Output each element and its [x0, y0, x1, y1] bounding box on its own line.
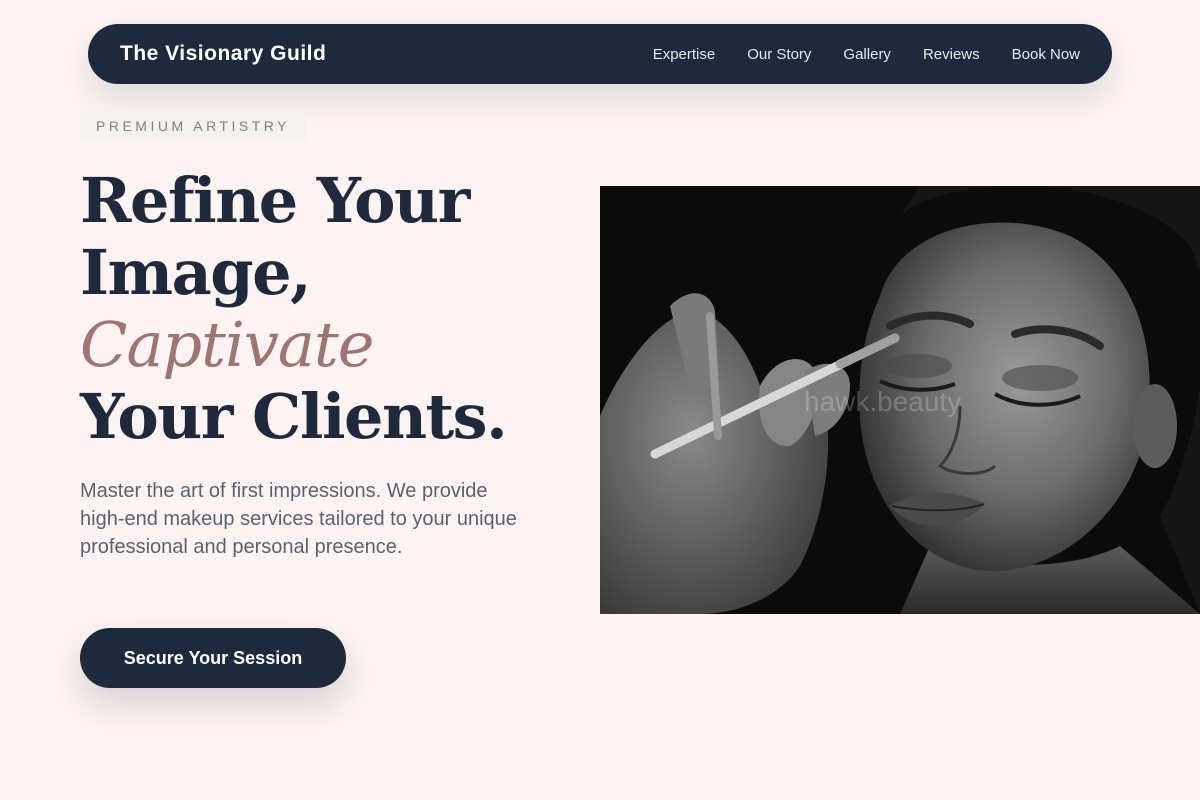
nav-link-expertise[interactable]: Expertise — [653, 46, 716, 63]
nav-link-gallery[interactable]: Gallery — [843, 46, 891, 63]
image-watermark: hawk.beauty — [804, 386, 962, 417]
secure-session-button[interactable]: Secure Your Session — [80, 628, 346, 688]
makeup-artist-photo: hawk.beauty — [600, 186, 1200, 614]
headline-line-1: Refine Your — [80, 164, 470, 237]
headline-line-4: Your Clients. — [80, 380, 508, 453]
premium-badge: PREMIUM ARTISTRY — [80, 111, 306, 140]
nav-link-reviews[interactable]: Reviews — [923, 46, 980, 63]
nav-link-our-story[interactable]: Our Story — [747, 46, 811, 63]
nav-links: Expertise Our Story Gallery Reviews Book… — [653, 46, 1080, 63]
hero-subtext: Master the art of first impressions. We … — [80, 480, 517, 558]
nav-link-book-now[interactable]: Book Now — [1012, 46, 1080, 63]
headline-line-2: Image, — [80, 236, 312, 309]
top-navigation: The Visionary Guild Expertise Our Story … — [88, 24, 1112, 84]
headline-accent: Captivate — [80, 308, 374, 381]
brand-logo[interactable]: The Visionary Guild — [120, 42, 326, 66]
hero-headline: Refine Your Image, Captivate Your Client… — [80, 165, 580, 453]
landing-page: The Visionary Guild Expertise Our Story … — [0, 0, 1200, 800]
